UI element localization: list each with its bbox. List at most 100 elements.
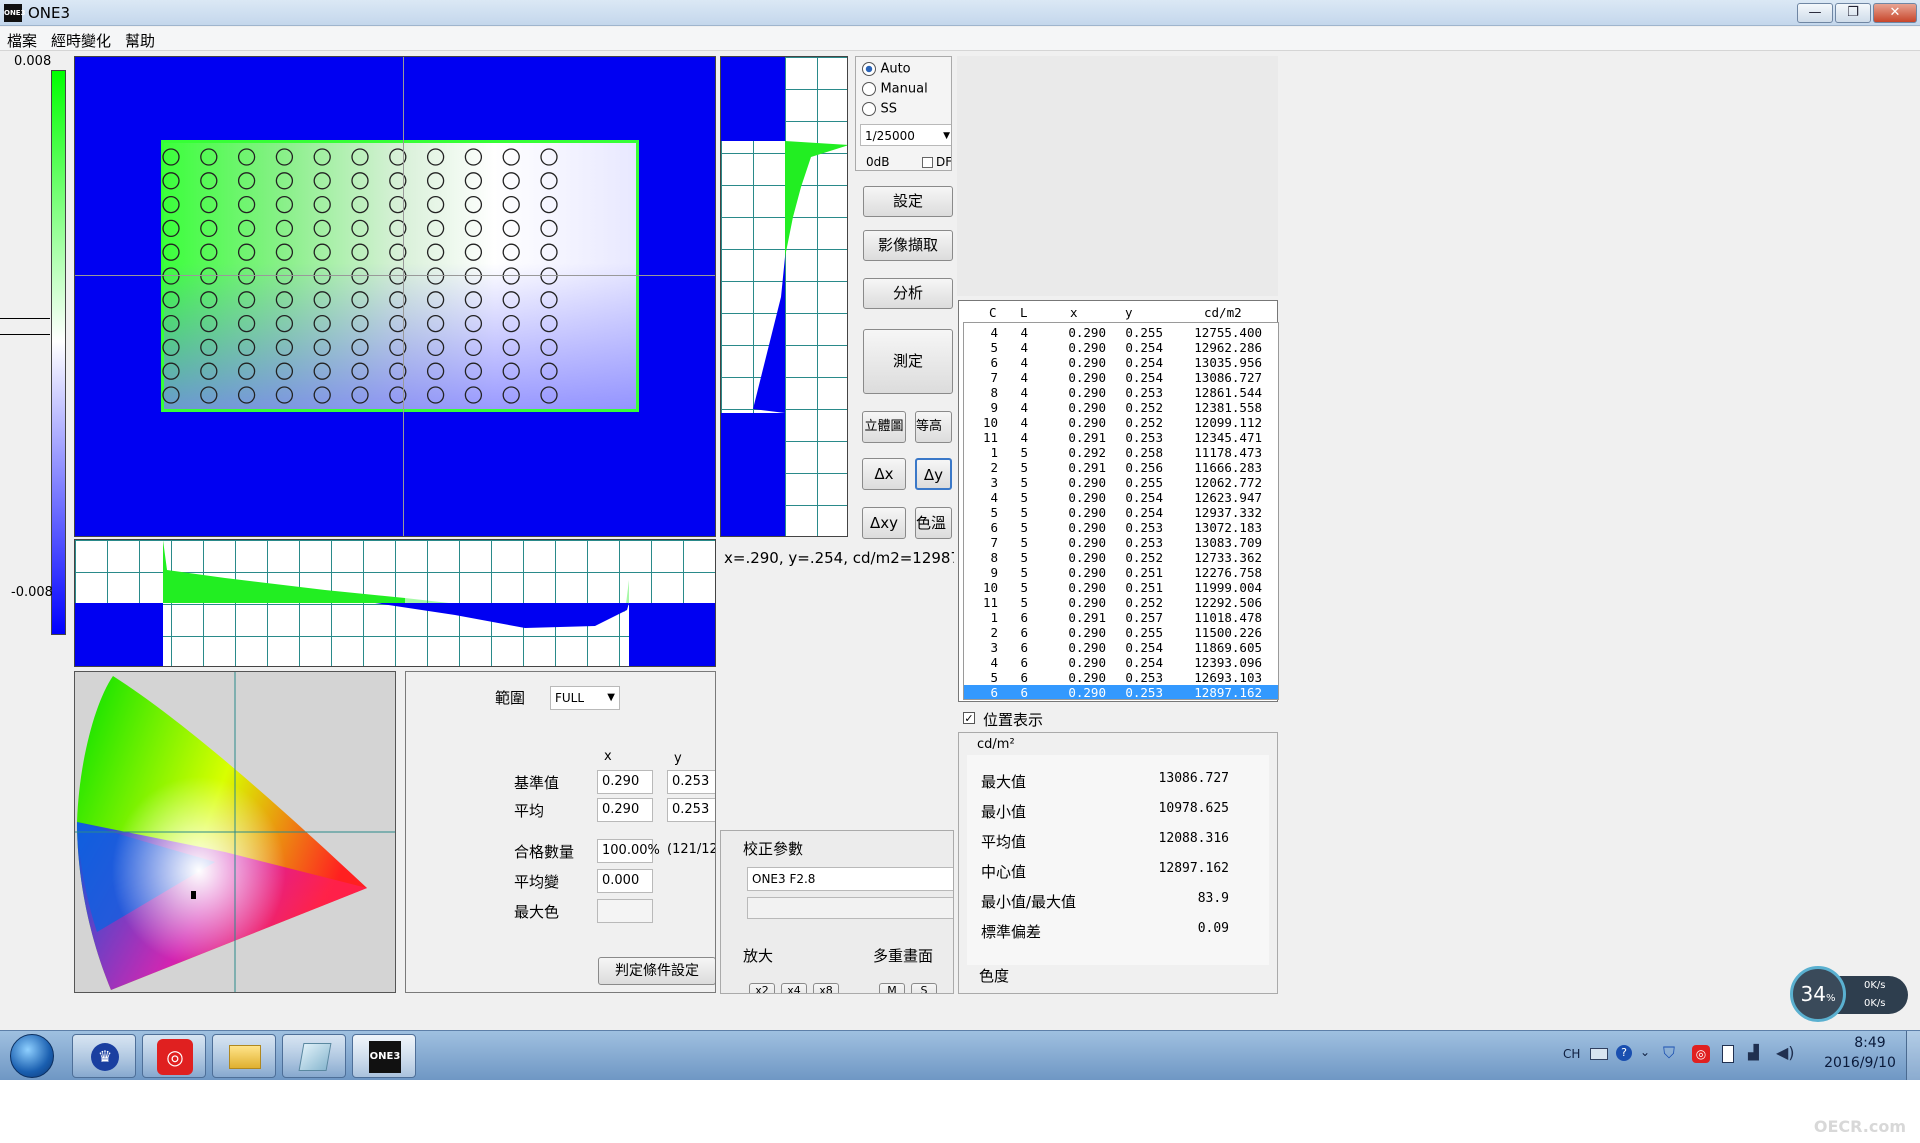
table-row[interactable]: 8 4 0.290 0.253 12861.544 bbox=[964, 385, 1278, 400]
delta-y-button[interactable]: Δy bbox=[915, 458, 952, 490]
measure-button[interactable]: 測定 bbox=[863, 329, 953, 394]
tray-date[interactable]: 2016/9/10 bbox=[1815, 1055, 1905, 1071]
table-row[interactable]: 2 6 0.290 0.255 11500.226 bbox=[964, 625, 1278, 640]
tray-language[interactable]: CH bbox=[1563, 1047, 1580, 1061]
taskbar-netease-app[interactable]: ◎ bbox=[142, 1034, 206, 1078]
df-checkbox[interactable] bbox=[922, 157, 933, 168]
taskbar-crown-app[interactable]: ♛ bbox=[72, 1034, 136, 1078]
crosshair-vertical[interactable] bbox=[403, 57, 404, 536]
table-cell: 4 bbox=[990, 325, 998, 340]
measurement-point bbox=[351, 291, 369, 309]
shutter-select[interactable]: 1/25000 ▼ bbox=[860, 124, 951, 146]
table-row[interactable]: 9 5 0.290 0.251 12276.758 bbox=[964, 565, 1278, 580]
taskbar-notepad-app[interactable] bbox=[282, 1034, 346, 1078]
analyze-button[interactable]: 分析 bbox=[863, 278, 953, 309]
ref-y-field[interactable]: 0.253 bbox=[667, 770, 715, 794]
capture-button[interactable]: 影像擷取 bbox=[863, 230, 953, 261]
menu-time-change[interactable]: 經時變化 bbox=[51, 30, 111, 51]
table-row[interactable]: 6 5 0.290 0.253 13072.183 bbox=[964, 520, 1278, 535]
minimize-button[interactable]: — bbox=[1797, 3, 1833, 23]
table-row[interactable]: 3 6 0.290 0.254 11869.605 bbox=[964, 640, 1278, 655]
measurement-point bbox=[464, 362, 483, 380]
tray-time[interactable]: 8:49 bbox=[1840, 1035, 1900, 1051]
table-row[interactable]: 4 6 0.290 0.254 12393.096 bbox=[964, 655, 1278, 670]
keyboard-icon[interactable] bbox=[1590, 1048, 1608, 1060]
netease-tray-icon[interactable]: ◎ bbox=[1692, 1045, 1710, 1063]
view-3d-button[interactable]: 立體圖 bbox=[862, 411, 906, 443]
table-row[interactable]: 7 5 0.290 0.253 13083.709 bbox=[964, 535, 1278, 550]
radio-auto-row[interactable]: Auto bbox=[862, 61, 911, 77]
zoom-x2-button[interactable]: x2 bbox=[749, 983, 775, 993]
table-row[interactable]: 4 4 0.290 0.255 12755.400 bbox=[964, 325, 1278, 340]
table-row[interactable]: 5 4 0.290 0.254 12962.286 bbox=[964, 340, 1278, 355]
menu-help[interactable]: 幫助 bbox=[125, 30, 155, 51]
table-row[interactable]: 10 5 0.290 0.251 11999.004 bbox=[964, 580, 1278, 595]
table-cell: 5 bbox=[1020, 520, 1028, 535]
radio-ss-row[interactable]: SS bbox=[862, 101, 897, 117]
lens-field[interactable]: ONE3 F2.8 bbox=[747, 867, 953, 891]
radio-manual[interactable] bbox=[862, 82, 876, 96]
multi-m-button[interactable]: M bbox=[879, 983, 905, 993]
delta-x-button[interactable]: Δx bbox=[862, 458, 906, 490]
show-desktop-button[interactable] bbox=[1906, 1031, 1920, 1080]
zoom-x8-button[interactable]: x8 bbox=[813, 983, 839, 993]
measurement-point bbox=[313, 386, 331, 404]
contour-button[interactable]: 等高線 bbox=[915, 411, 952, 443]
zoom-x4-button[interactable]: x4 bbox=[781, 983, 807, 993]
table-row[interactable]: 7 4 0.290 0.254 13086.727 bbox=[964, 370, 1278, 385]
folder-icon bbox=[229, 1045, 261, 1069]
judge-condition-button[interactable]: 判定條件設定 bbox=[598, 957, 715, 985]
table-cell: 4 bbox=[1020, 400, 1028, 415]
table-row[interactable]: 1 6 0.291 0.257 11018.478 bbox=[964, 610, 1278, 625]
table-row[interactable]: 11 5 0.290 0.252 12292.506 bbox=[964, 595, 1278, 610]
radio-auto[interactable] bbox=[862, 62, 876, 76]
delta-xy-button[interactable]: Δxy bbox=[862, 507, 906, 539]
table-row[interactable]: 6 6 0.290 0.253 12897.162 bbox=[964, 685, 1278, 699]
radio-manual-label: Manual bbox=[880, 81, 928, 97]
volume-icon[interactable]: ◀) bbox=[1776, 1043, 1795, 1062]
multi-s-button[interactable]: S bbox=[911, 983, 937, 993]
radio-manual-row[interactable]: Manual bbox=[862, 81, 928, 97]
usb-device-icon[interactable] bbox=[1722, 1045, 1734, 1063]
network-signal-icon[interactable]: ▟ bbox=[1748, 1045, 1759, 1061]
range-select[interactable]: FULL ▼ bbox=[550, 686, 620, 710]
luminance-image-view[interactable] bbox=[74, 56, 716, 537]
menu-file[interactable]: 檔案 bbox=[7, 30, 37, 51]
tray-small-icon[interactable]: ⌄ bbox=[1640, 1045, 1650, 1059]
crosshair-horizontal[interactable] bbox=[75, 275, 715, 276]
table-row[interactable]: 1 5 0.292 0.258 11178.473 bbox=[964, 445, 1278, 460]
table-row[interactable]: 2 5 0.291 0.256 11666.283 bbox=[964, 460, 1278, 475]
table-cell: 6 bbox=[990, 520, 998, 535]
shield-icon[interactable]: ⛉ bbox=[1663, 1045, 1679, 1061]
calibration-field-2[interactable] bbox=[747, 897, 953, 919]
taskbar-explorer-app[interactable] bbox=[212, 1034, 276, 1078]
start-button[interactable] bbox=[10, 1034, 54, 1078]
measurement-point bbox=[275, 338, 294, 357]
help-icon[interactable]: ? bbox=[1616, 1045, 1632, 1061]
table-row[interactable]: 6 4 0.290 0.254 13035.956 bbox=[964, 355, 1278, 370]
avg-y-field[interactable]: 0.253 bbox=[667, 798, 715, 822]
restore-button[interactable]: ❐ bbox=[1835, 3, 1871, 23]
table-row[interactable]: 9 4 0.290 0.252 12381.558 bbox=[964, 400, 1278, 415]
net-monitor-widget[interactable]: 34% 0K/s 0K/s bbox=[1790, 966, 1908, 1022]
measurement-point bbox=[351, 314, 369, 333]
table-row[interactable]: 8 5 0.290 0.252 12733.362 bbox=[964, 550, 1278, 565]
title-bar[interactable]: ONE3 ONE3 — ❐ ✕ bbox=[0, 0, 1920, 26]
table-row[interactable]: 10 4 0.290 0.252 12099.112 bbox=[964, 415, 1278, 430]
position-display-checkbox[interactable]: ✓ bbox=[963, 712, 975, 724]
settings-button[interactable]: 設定 bbox=[863, 186, 953, 217]
ref-x-field[interactable]: 0.290 bbox=[597, 770, 653, 794]
table-row[interactable]: 5 5 0.290 0.254 12937.332 bbox=[964, 505, 1278, 520]
table-cell: 5 bbox=[990, 505, 998, 520]
table-row[interactable]: 5 6 0.290 0.253 12693.103 bbox=[964, 670, 1278, 685]
table-cell: 0.253 bbox=[1125, 385, 1163, 400]
close-button[interactable]: ✕ bbox=[1873, 3, 1917, 23]
data-table-list[interactable]: 4 4 0.290 0.255 12755.400 5 4 0.290 0.254 12962.2… bbox=[963, 322, 1279, 700]
radio-ss[interactable] bbox=[862, 102, 876, 116]
table-row[interactable]: 11 4 0.291 0.253 12345.471 bbox=[964, 430, 1278, 445]
avg-x-field[interactable]: 0.290 bbox=[597, 798, 653, 822]
taskbar-one3-app[interactable]: ONE3 bbox=[352, 1034, 416, 1078]
color-temp-button[interactable]: 色溫 bbox=[915, 507, 952, 539]
table-row[interactable]: 3 5 0.290 0.255 12062.772 bbox=[964, 475, 1278, 490]
table-row[interactable]: 4 5 0.290 0.254 12623.947 bbox=[964, 490, 1278, 505]
